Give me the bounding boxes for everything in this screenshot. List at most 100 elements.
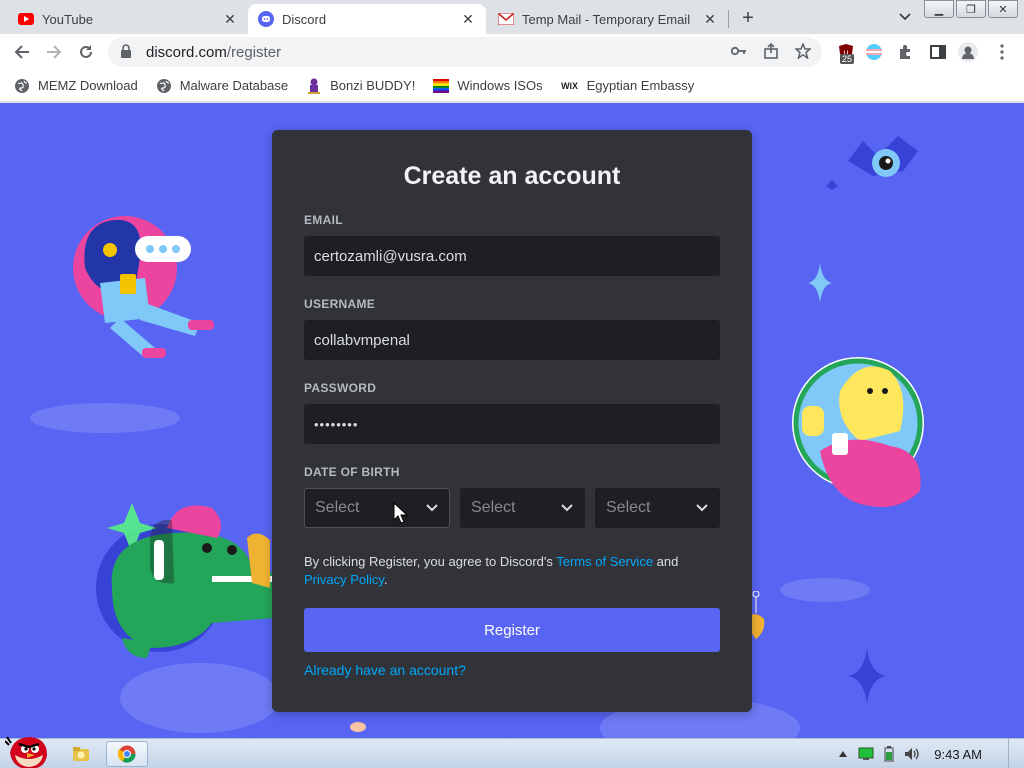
bat-creature-illustration [826, 136, 918, 190]
address-bar[interactable]: discord.com/register [108, 37, 822, 67]
sparkle-icon [848, 648, 886, 704]
puzzle-extensions-icon[interactable] [896, 42, 916, 62]
tray-expand-icon[interactable] [838, 750, 848, 758]
window-controls: ▁ ❐ ✕ [922, 0, 1018, 18]
terms-and: and [653, 554, 679, 569]
start-button[interactable] [4, 733, 52, 768]
globe-icon [156, 78, 172, 94]
lock-icon[interactable] [120, 44, 136, 60]
green-monster-illustration [96, 503, 274, 658]
url-text: discord.com/register [146, 44, 281, 61]
tab-separator [728, 10, 729, 28]
yellow-character-illustration [792, 357, 924, 507]
privacy-policy-link[interactable]: Privacy Policy [304, 572, 384, 587]
minimize-button[interactable]: ▁ [924, 0, 954, 18]
register-button[interactable]: Register [304, 608, 720, 652]
share-icon[interactable] [762, 42, 780, 60]
bookmark-label: Windows ISOs [457, 78, 543, 93]
back-arrow-icon [14, 45, 29, 59]
battery-icon[interactable] [884, 746, 894, 762]
bookmark-label: Malware Database [179, 78, 289, 93]
system-tray: 9:43 AM [828, 739, 1024, 768]
bookmark-label: Egyptian Embassy [586, 78, 695, 93]
chevron-down-icon [561, 504, 573, 512]
explorer-taskbar-icon[interactable] [66, 741, 96, 767]
chrome-taskbar-icon[interactable] [106, 741, 148, 767]
dob-month-select[interactable]: Select [304, 488, 450, 528]
background-cloud [120, 663, 280, 733]
mouse-cursor-icon [393, 502, 409, 524]
background-cloud [30, 403, 180, 433]
dob-year-select[interactable]: Select [595, 488, 720, 528]
tab-youtube[interactable]: YouTube ✕ [8, 4, 248, 34]
discord-icon [258, 11, 274, 27]
network-icon[interactable] [858, 747, 874, 761]
bookmark-memz-download[interactable]: MEMZ Download [14, 78, 138, 94]
trans-flag-extension-icon[interactable] [864, 42, 884, 62]
globe-icon [14, 78, 30, 94]
chevron-down-icon [696, 504, 708, 512]
dob-day-value: Select [471, 499, 516, 516]
sparkle-icon [808, 263, 832, 303]
back-button[interactable] [10, 40, 34, 64]
email-label: EMAIL [304, 213, 343, 227]
show-desktop-button[interactable] [1008, 739, 1018, 768]
taskbar: 9:43 AM [0, 736, 1024, 768]
page-title: Create an account [403, 162, 621, 190]
background-cloud [780, 578, 870, 602]
terms-of-service-link[interactable]: Terms of Service [556, 554, 653, 569]
username-label: USERNAME [304, 297, 376, 311]
tab-title: YouTube [42, 11, 94, 27]
chevron-down-icon [426, 504, 438, 512]
decoration-icon [350, 722, 366, 732]
bookmark-malware-database[interactable]: Malware Database [156, 78, 288, 94]
bookmark-label: MEMZ Download [38, 78, 138, 93]
login-link[interactable]: Already have an account? [304, 662, 466, 678]
bookmark-egyptian-embassy[interactable]: WiX Egyptian Embassy [561, 78, 695, 94]
close-window-button[interactable]: ✕ [988, 0, 1018, 18]
menu-kebab-icon[interactable] [992, 42, 1012, 62]
volume-icon[interactable] [904, 747, 920, 761]
browser-toolbar: discord.com/register μ 25 [0, 34, 1024, 70]
youtube-icon [18, 11, 34, 27]
side-panel-icon[interactable] [928, 42, 948, 62]
username-field[interactable]: collabvmpenal [304, 320, 720, 360]
password-field[interactable]: •••••••• [304, 404, 720, 444]
close-tab-icon[interactable]: ✕ [222, 11, 238, 27]
bookmark-windows-isos[interactable]: Windows ISOs [433, 78, 543, 94]
tab-title: Discord [282, 11, 327, 27]
tab-temp-mail[interactable]: Temp Mail - Temporary Email ✕ [488, 4, 728, 34]
gmail-icon [498, 11, 514, 27]
register-card: Create an account EMAIL certozamli@vusra… [272, 130, 752, 712]
email-field[interactable]: certozamli@vusra.com [304, 236, 720, 276]
terms-prefix: By clicking Register, you agree to Disco… [304, 554, 557, 569]
forward-arrow-icon [47, 45, 62, 59]
dob-day-select[interactable]: Select [460, 488, 585, 528]
close-tab-icon[interactable]: ✕ [460, 11, 476, 27]
tab-search-icon[interactable] [894, 6, 916, 28]
restore-button[interactable]: ❐ [956, 0, 986, 18]
clock[interactable]: 9:43 AM [934, 747, 982, 762]
new-tab-button[interactable]: + [736, 6, 760, 30]
bookmarks-bar: MEMZ Download Malware Database Bonzi BUD… [0, 70, 1024, 102]
ublock-extension-icon[interactable]: μ 25 [836, 42, 856, 64]
profile-avatar-icon[interactable] [958, 42, 978, 62]
bonzi-icon [306, 78, 322, 94]
dob-month-value: Select [315, 499, 360, 516]
reload-button[interactable] [74, 40, 98, 64]
key-icon[interactable] [730, 42, 748, 60]
person-with-phone-illustration [73, 216, 214, 358]
bookmark-label: Bonzi BUDDY! [330, 78, 416, 93]
forward-button[interactable] [42, 40, 66, 64]
bookmark-bonzi-buddy[interactable]: Bonzi BUDDY! [306, 78, 415, 94]
date-of-birth-label: DATE OF BIRTH [304, 465, 400, 479]
angry-bird-icon [5, 736, 47, 768]
close-tab-icon[interactable]: ✕ [702, 11, 718, 27]
tab-title: Temp Mail - Temporary Email [522, 11, 691, 27]
tab-discord[interactable]: Discord ✕ [248, 4, 486, 34]
url-path: /register [226, 43, 282, 61]
terms-text: By clicking Register, you agree to Disco… [304, 553, 724, 589]
extension-badge: 25 [840, 54, 855, 64]
wix-icon: WiX [561, 80, 579, 91]
bookmark-star-icon[interactable] [794, 42, 812, 60]
